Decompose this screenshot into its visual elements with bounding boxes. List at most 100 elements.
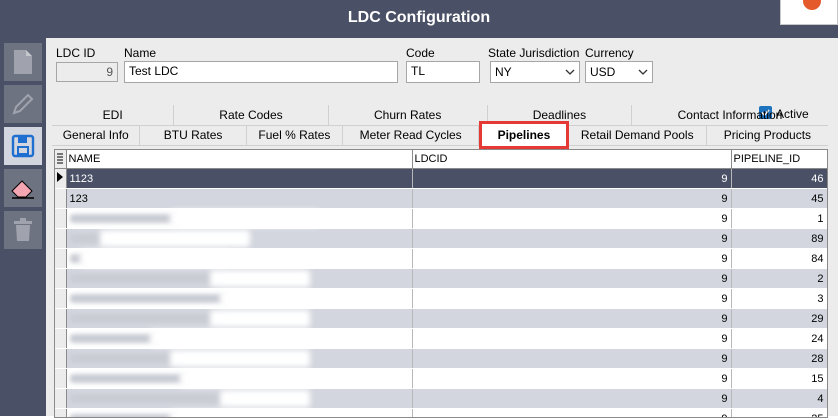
table-row[interactable]: 1123 9 46 xyxy=(55,169,827,189)
cell-pipeline-id[interactable]: 3 xyxy=(731,289,827,309)
app-badge-icon xyxy=(803,0,821,10)
tab-meter-read-cycles[interactable]: Meter Read Cycles xyxy=(343,125,479,145)
currency-label: Currency xyxy=(585,46,634,60)
tab-contact-information[interactable]: Contact Information xyxy=(632,105,828,125)
table-row[interactable]: 9 29 xyxy=(55,309,827,329)
cell-name-redacted[interactable] xyxy=(66,329,412,349)
cell-pipeline-id[interactable]: 1 xyxy=(731,209,827,229)
corner-widget[interactable] xyxy=(780,0,838,25)
cell-pipeline-id[interactable]: 45 xyxy=(731,189,827,209)
cell-pipeline-id[interactable]: 15 xyxy=(731,369,827,389)
cell-name-redacted[interactable] xyxy=(66,409,412,418)
cell-name[interactable]: 123 xyxy=(66,189,412,209)
delete-button[interactable] xyxy=(4,211,42,249)
save-icon xyxy=(11,134,35,158)
cell-ldcid[interactable]: 9 xyxy=(412,309,731,329)
cell-ldcid[interactable]: 9 xyxy=(412,189,731,209)
cell-pipeline-id[interactable]: 28 xyxy=(731,349,827,369)
table-row[interactable]: 9 84 xyxy=(55,249,827,269)
cell-name-redacted[interactable] xyxy=(66,229,412,249)
row-indicator xyxy=(55,269,66,289)
table-row[interactable]: 9 15 xyxy=(55,369,827,389)
cell-pipeline-id[interactable]: 84 xyxy=(731,249,827,269)
cell-pipeline-id[interactable]: 24 xyxy=(731,329,827,349)
tab-btu-rates[interactable]: BTU Rates xyxy=(140,125,246,145)
state-jurisdiction-select[interactable]: NY xyxy=(490,61,580,83)
cell-ldcid[interactable]: 9 xyxy=(412,169,731,189)
pencil-icon xyxy=(11,92,35,116)
ldc-id-field: 9 xyxy=(56,62,118,82)
cell-name-redacted[interactable] xyxy=(66,289,412,309)
new-document-icon xyxy=(12,49,34,75)
cell-ldcid[interactable]: 9 xyxy=(412,209,731,229)
table-row[interactable]: 9 24 xyxy=(55,329,827,349)
state-jurisdiction-value: NY xyxy=(495,65,512,79)
cell-name-redacted[interactable] xyxy=(66,349,412,369)
column-chooser-icon[interactable] xyxy=(55,150,66,169)
cell-name-redacted[interactable] xyxy=(66,309,412,329)
currency-value: USD xyxy=(590,65,615,79)
row-indicator xyxy=(55,209,66,229)
tab-pricing-products[interactable]: Pricing Products xyxy=(707,125,828,145)
cell-pipeline-id[interactable]: 4 xyxy=(731,389,827,409)
cell-ldcid[interactable]: 9 xyxy=(412,349,731,369)
table-row[interactable]: 9 28 xyxy=(55,349,827,369)
tab-churn-rates[interactable]: Churn Rates xyxy=(329,105,488,125)
table-row[interactable]: 9 2 xyxy=(55,269,827,289)
code-field[interactable]: TL xyxy=(406,61,480,83)
cell-name-redacted[interactable] xyxy=(66,249,412,269)
tab-rate-codes[interactable]: Rate Codes xyxy=(174,105,328,125)
table-row[interactable]: 123 9 45 xyxy=(55,189,827,209)
table-row[interactable]: 9 1 xyxy=(55,209,827,229)
cell-name[interactable]: 1123 xyxy=(66,169,412,189)
eraser-icon xyxy=(10,177,36,199)
row-indicator xyxy=(55,349,66,369)
code-label: Code xyxy=(406,46,435,60)
cell-pipeline-id[interactable]: 25 xyxy=(731,409,827,418)
grid-header-row: NAME LDCID PIPELINE_ID xyxy=(55,150,827,169)
cell-ldcid[interactable]: 9 xyxy=(412,269,731,289)
table-row[interactable]: 9 25 xyxy=(55,409,827,418)
column-header-name[interactable]: NAME xyxy=(66,150,412,169)
edit-button[interactable] xyxy=(4,85,42,123)
tab-fuel-rates[interactable]: Fuel % Rates xyxy=(247,125,343,145)
row-indicator xyxy=(55,389,66,409)
state-jurisdiction-label: State Jurisdiction xyxy=(488,46,579,60)
cell-ldcid[interactable]: 9 xyxy=(412,329,731,349)
column-header-ldcid[interactable]: LDCID xyxy=(412,150,731,169)
row-indicator xyxy=(55,329,66,349)
row-indicator xyxy=(55,369,66,389)
row-indicator xyxy=(55,229,66,249)
name-field[interactable]: Test LDC xyxy=(124,61,398,83)
tab-edi[interactable]: EDI xyxy=(52,105,174,125)
currency-select[interactable]: USD xyxy=(585,61,653,83)
cell-pipeline-id[interactable]: 2 xyxy=(731,269,827,289)
tab-pipelines[interactable]: Pipelines xyxy=(479,121,568,149)
cell-name-redacted[interactable] xyxy=(66,209,412,229)
table-row[interactable]: 9 3 xyxy=(55,289,827,309)
cell-name-redacted[interactable] xyxy=(66,369,412,389)
tab-general-info[interactable]: General Info xyxy=(52,125,140,145)
cell-ldcid[interactable]: 9 xyxy=(412,389,731,409)
cell-pipeline-id[interactable]: 29 xyxy=(731,309,827,329)
tabs-row-1: EDI Rate Codes Churn Rates Deadlines Con… xyxy=(52,105,828,126)
clear-button[interactable] xyxy=(4,169,42,207)
table-row[interactable]: 9 4 xyxy=(55,389,827,409)
tab-retail-demand-pools[interactable]: Retail Demand Pools xyxy=(569,125,707,145)
chevron-down-icon xyxy=(638,65,648,79)
row-indicator xyxy=(55,289,66,309)
save-button[interactable] xyxy=(4,127,42,165)
column-header-pipeline-id[interactable]: PIPELINE_ID xyxy=(731,150,827,169)
cell-ldcid[interactable]: 9 xyxy=(412,229,731,249)
cell-ldcid[interactable]: 9 xyxy=(412,289,731,309)
cell-pipeline-id[interactable]: 46 xyxy=(731,169,827,189)
cell-ldcid[interactable]: 9 xyxy=(412,409,731,418)
cell-name-redacted[interactable] xyxy=(66,269,412,289)
cell-pipeline-id[interactable]: 89 xyxy=(731,229,827,249)
new-button[interactable] xyxy=(4,43,42,81)
trash-icon xyxy=(12,218,34,242)
cell-ldcid[interactable]: 9 xyxy=(412,249,731,269)
cell-ldcid[interactable]: 9 xyxy=(412,369,731,389)
table-row[interactable]: 9 89 xyxy=(55,229,827,249)
cell-name-redacted[interactable] xyxy=(66,389,412,409)
